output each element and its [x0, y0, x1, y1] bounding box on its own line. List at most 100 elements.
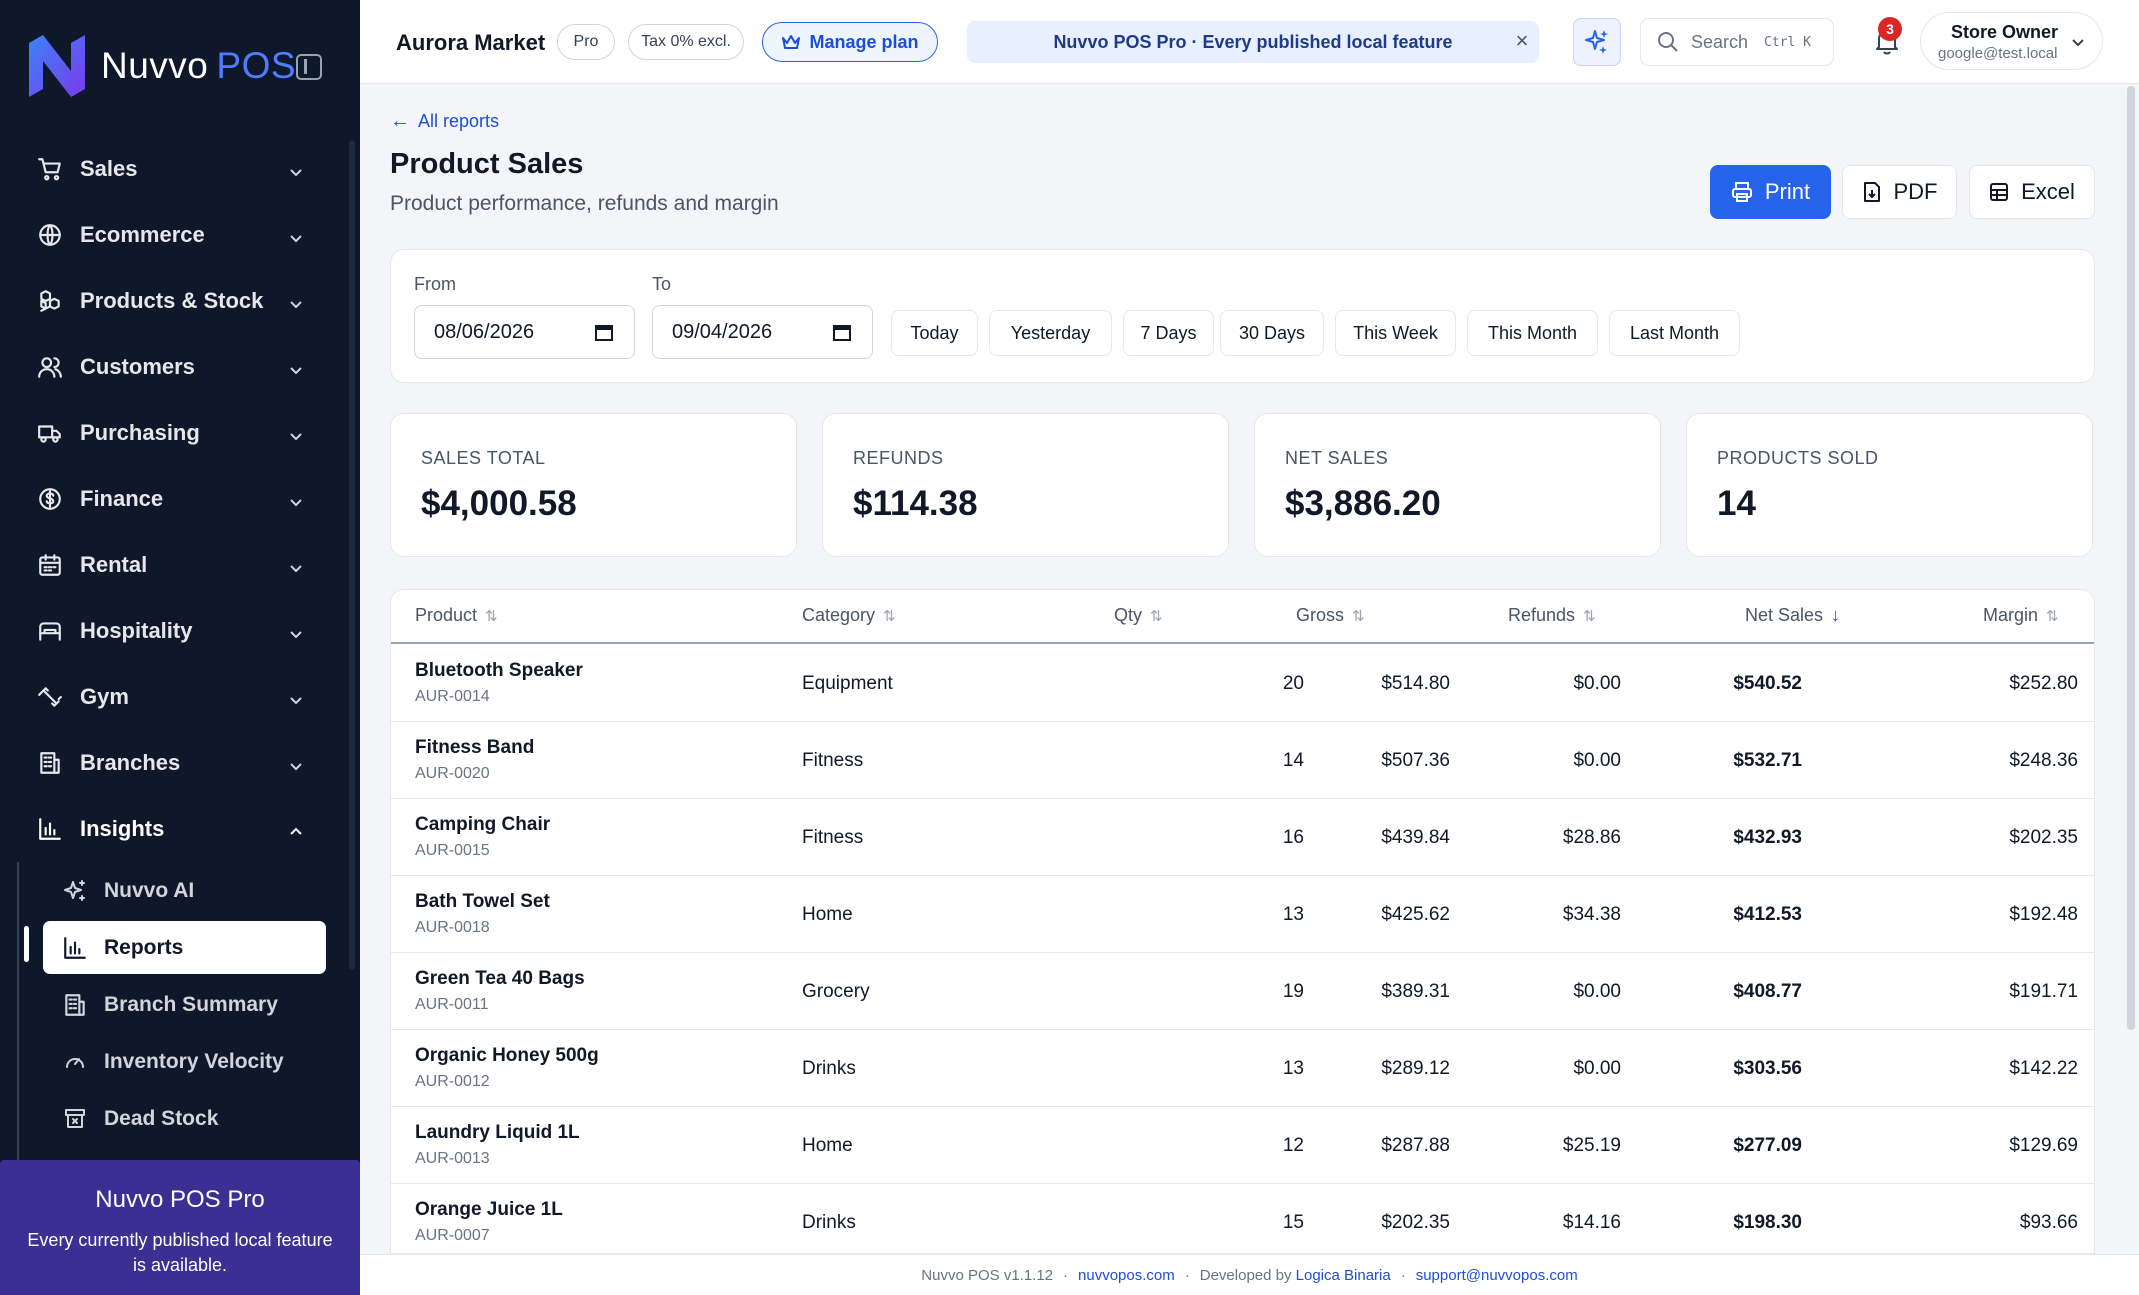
print-label: Print — [1764, 179, 1811, 204]
sort-icon: ⇅ — [883, 607, 896, 625]
pdf-button[interactable]: PDF — [1842, 165, 1957, 219]
cell-refunds: $25.19 — [1562, 1135, 1621, 1156]
sidebar-item-label: Products & Stock — [80, 288, 264, 313]
sidebar-item-gym[interactable]: Gym — [0, 664, 340, 730]
tax-badge: Tax 0% excl. — [628, 24, 744, 60]
cell-gross: $287.88 — [1381, 1135, 1450, 1156]
chevron-down-icon — [288, 490, 304, 507]
cell-category: Grocery — [802, 981, 870, 1002]
quick-range-30-days[interactable]: 30 Days — [1220, 310, 1324, 356]
column-header-gross[interactable]: Gross ⇅ — [1296, 605, 1365, 626]
bar-chart-icon — [36, 815, 64, 843]
sidebar-item-hospitality[interactable]: Hospitality — [0, 598, 340, 664]
sidebar-subitem-label: Reports — [104, 935, 184, 959]
sidebar-subitem-inventory-velocity[interactable]: Inventory Velocity — [0, 1033, 340, 1090]
page-scrollbar[interactable] — [2127, 86, 2135, 1030]
quick-range-today[interactable]: Today — [891, 310, 978, 356]
chevron-down-icon — [288, 688, 304, 705]
quick-range-last-month[interactable]: Last Month — [1609, 310, 1740, 356]
cell-qty: 15 — [1282, 1212, 1304, 1233]
top-bar: Aurora Market Pro Tax 0% excl. Manage pl… — [360, 0, 2139, 84]
sidebar-subitem-dead-stock[interactable]: Dead Stock — [0, 1090, 340, 1147]
cell-category: Equipment — [802, 673, 893, 694]
collapse-sidebar-icon[interactable] — [296, 54, 322, 80]
sidebar-item-customers[interactable]: Customers — [0, 334, 340, 400]
column-header-product[interactable]: Product ⇅ — [415, 605, 498, 626]
ai-assistant-button[interactable] — [1573, 18, 1621, 66]
cell-qty: 19 — [1282, 981, 1304, 1002]
user-menu[interactable]: Store Owner google@test.local — [1920, 12, 2103, 70]
close-icon[interactable]: × — [1511, 30, 1533, 52]
table-row[interactable]: Bath Towel Set AUR-0018 Home 13 $425.62 $34.3… — [391, 876, 2094, 953]
developer-link[interactable]: Logica Binaria — [1296, 1267, 1391, 1284]
cell-qty: 12 — [1282, 1135, 1304, 1156]
table-row[interactable]: Orange Juice 1L AUR-0007 Drinks 15 $202.35 $1… — [391, 1184, 2094, 1253]
table-row[interactable]: Green Tea 40 Bags AUR-0011 Grocery 19 $389.3… — [391, 953, 2094, 1030]
sidebar-scrollbar[interactable] — [349, 140, 355, 970]
globe-icon — [36, 221, 64, 249]
calendar-icon — [36, 551, 64, 579]
sidebar-subitem-reports[interactable]: Reports — [43, 921, 326, 974]
from-date-value: 08/06/2026 — [434, 320, 535, 343]
sidebar-item-label: Gym — [80, 684, 129, 709]
table-row[interactable]: Bluetooth Speaker AUR-0014 Equipment 20 $514… — [391, 645, 2094, 722]
search-icon — [1658, 32, 1678, 52]
sidebar-item-rental[interactable]: Rental — [0, 532, 340, 598]
table-row[interactable]: Laundry Liquid 1L AUR-0013 Home 12 $287.88 $2… — [391, 1107, 2094, 1184]
column-header-category[interactable]: Category ⇅ — [802, 605, 896, 626]
manage-plan-button[interactable]: Manage plan — [762, 22, 938, 62]
cell-category: Home — [802, 904, 853, 925]
app-version: Nuvvo POS v1.1.12 — [921, 1266, 1054, 1284]
store-name[interactable]: Aurora Market — [396, 30, 545, 56]
cell-net-sales: $540.52 — [1733, 673, 1802, 694]
cell-net-sales: $432.93 — [1733, 827, 1802, 848]
sort-icon: ⇅ — [485, 607, 498, 625]
site-link[interactable]: nuvvopos.com — [1078, 1267, 1175, 1284]
quick-range-this-week[interactable]: This Week — [1335, 310, 1456, 356]
excel-button[interactable]: Excel — [1969, 165, 2095, 219]
print-button[interactable]: Print — [1710, 165, 1831, 219]
notification-badge: 3 — [1878, 17, 1902, 41]
table-row[interactable]: Camping Chair AUR-0015 Fitness 16 $439.84 $28… — [391, 799, 2094, 876]
arrow-left-icon: ← — [390, 110, 410, 132]
sidebar-item-ecommerce[interactable]: Ecommerce — [0, 202, 340, 268]
stat-value: 14 — [1717, 484, 1756, 523]
footer: Nuvvo POS v1.1.12 · nuvvopos.com · Devel… — [360, 1254, 2139, 1295]
sidebar-item-label: Hospitality — [80, 618, 193, 643]
column-header-margin[interactable]: Margin ⇅ — [1983, 605, 2059, 626]
cell-sku: AUR-0020 — [415, 765, 490, 782]
search-input[interactable]: Search Ctrl K — [1640, 18, 1834, 66]
sidebar: Nuvvo POS Sales Ecommerce Products & Stock C… — [0, 0, 360, 1295]
stat-label: REFUNDS — [853, 448, 944, 468]
cell-sku: AUR-0015 — [415, 842, 490, 859]
quick-range-yesterday[interactable]: Yesterday — [989, 310, 1112, 356]
support-email-link[interactable]: support@nuvvopos.com — [1416, 1267, 1578, 1284]
column-header-qty[interactable]: Qty ⇅ — [1114, 605, 1163, 626]
sidebar-item-products-and-stock[interactable]: Products & Stock — [0, 268, 340, 334]
cell-sku: AUR-0007 — [415, 1227, 490, 1244]
to-date-value: 09/04/2026 — [672, 320, 773, 343]
sidebar-item-purchasing[interactable]: Purchasing — [0, 400, 340, 466]
table-row[interactable]: Fitness Band AUR-0020 Fitness 14 $507.36 $0.0… — [391, 722, 2094, 799]
table-row[interactable]: Organic Honey 500g AUR-0012 Drinks 13 $289.1… — [391, 1030, 2094, 1107]
back-to-reports-link[interactable]: ← All reports — [390, 110, 499, 133]
sidebar-item-finance[interactable]: Finance — [0, 466, 340, 532]
sidebar-item-branches[interactable]: Branches — [0, 730, 340, 796]
stat-card-refunds: REFUNDS $114.38 — [822, 413, 1229, 557]
sidebar-subitem-nuvvo-ai[interactable]: Nuvvo AI — [0, 862, 340, 919]
column-header-net-sales[interactable]: Net Sales ↓ — [1745, 605, 1840, 626]
column-header-refunds[interactable]: Refunds ⇅ — [1508, 605, 1596, 626]
brand-logo[interactable]: Nuvvo POS — [27, 33, 296, 99]
sidebar-item-label: Finance — [80, 486, 164, 511]
quick-range-this-month[interactable]: This Month — [1467, 310, 1598, 356]
sidebar-item-sales[interactable]: Sales — [0, 136, 340, 202]
sidebar-subitem-branch-summary[interactable]: Branch Summary — [0, 976, 340, 1033]
sidebar-subitem-label: Nuvvo AI — [104, 878, 195, 902]
to-date-input[interactable]: 09/04/2026 — [652, 305, 873, 359]
plan-badge: Pro — [557, 24, 615, 60]
quick-range-7-days[interactable]: 7 Days — [1123, 310, 1214, 356]
sidebar-item-insights[interactable]: Insights — [0, 796, 340, 862]
sparkle-icon — [62, 878, 88, 904]
cell-margin: $191.71 — [2009, 981, 2078, 1002]
from-date-input[interactable]: 08/06/2026 — [414, 305, 635, 359]
